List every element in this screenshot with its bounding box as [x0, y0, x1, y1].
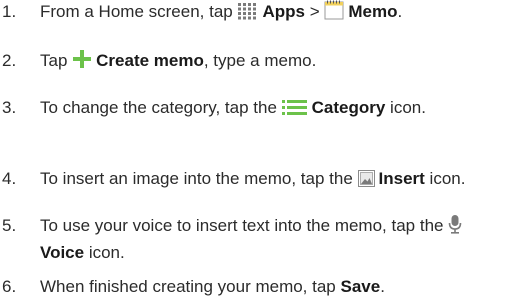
plus-icon — [72, 49, 92, 76]
step-text-post: , type a memo. — [203, 51, 317, 70]
image-insert-icon — [357, 170, 375, 194]
category-label: Category — [311, 98, 386, 117]
step-text-pre: From a Home screen, tap — [40, 2, 238, 21]
step-number: 3. — [2, 98, 17, 117]
create-memo-label: Create memo — [96, 51, 204, 70]
memo-label: Memo — [348, 2, 398, 21]
step-text: To change the category, tap the Category… — [40, 96, 510, 123]
step-text-pre: To change the category, tap the — [40, 98, 282, 117]
memo-icon — [324, 0, 344, 27]
step-text-pre: When finished creating your memo, tap — [40, 277, 341, 296]
step-text-pre: To insert an image into the memo, tap th… — [40, 169, 358, 188]
microphone-icon — [448, 214, 462, 241]
step-number: 1. — [2, 2, 17, 21]
step-text-pre: To use your voice to insert text into th… — [40, 216, 449, 235]
step-text-post: icon. — [424, 169, 466, 188]
save-label: Save — [340, 277, 381, 296]
step-text: When finished creating your memo, tap Sa… — [40, 275, 510, 299]
step-text: Tap Create memo, type a memo. — [40, 49, 510, 76]
step-text-post: . — [380, 277, 385, 296]
step-number: 6. — [2, 277, 17, 296]
step-text: To use your voice to insert text into th… — [40, 214, 510, 265]
step-text: From a Home screen, tap Apps > Memo. — [40, 0, 510, 27]
step-text-post: icon. — [385, 98, 426, 117]
step-separator: > — [304, 2, 325, 21]
step-text: To insert an image into the memo, tap th… — [40, 167, 510, 194]
step-text-pre: Tap — [40, 51, 73, 70]
category-list-icon — [281, 98, 308, 123]
insert-label: Insert — [378, 169, 425, 188]
apps-grid-icon — [237, 2, 258, 27]
step-number: 2. — [2, 51, 17, 70]
apps-label: Apps — [262, 2, 305, 21]
step-text-post: icon. — [84, 243, 125, 262]
step-text-post: . — [397, 2, 403, 21]
step-number: 4. — [2, 169, 17, 188]
step-number: 5. — [2, 216, 17, 235]
voice-label: Voice — [40, 243, 85, 262]
